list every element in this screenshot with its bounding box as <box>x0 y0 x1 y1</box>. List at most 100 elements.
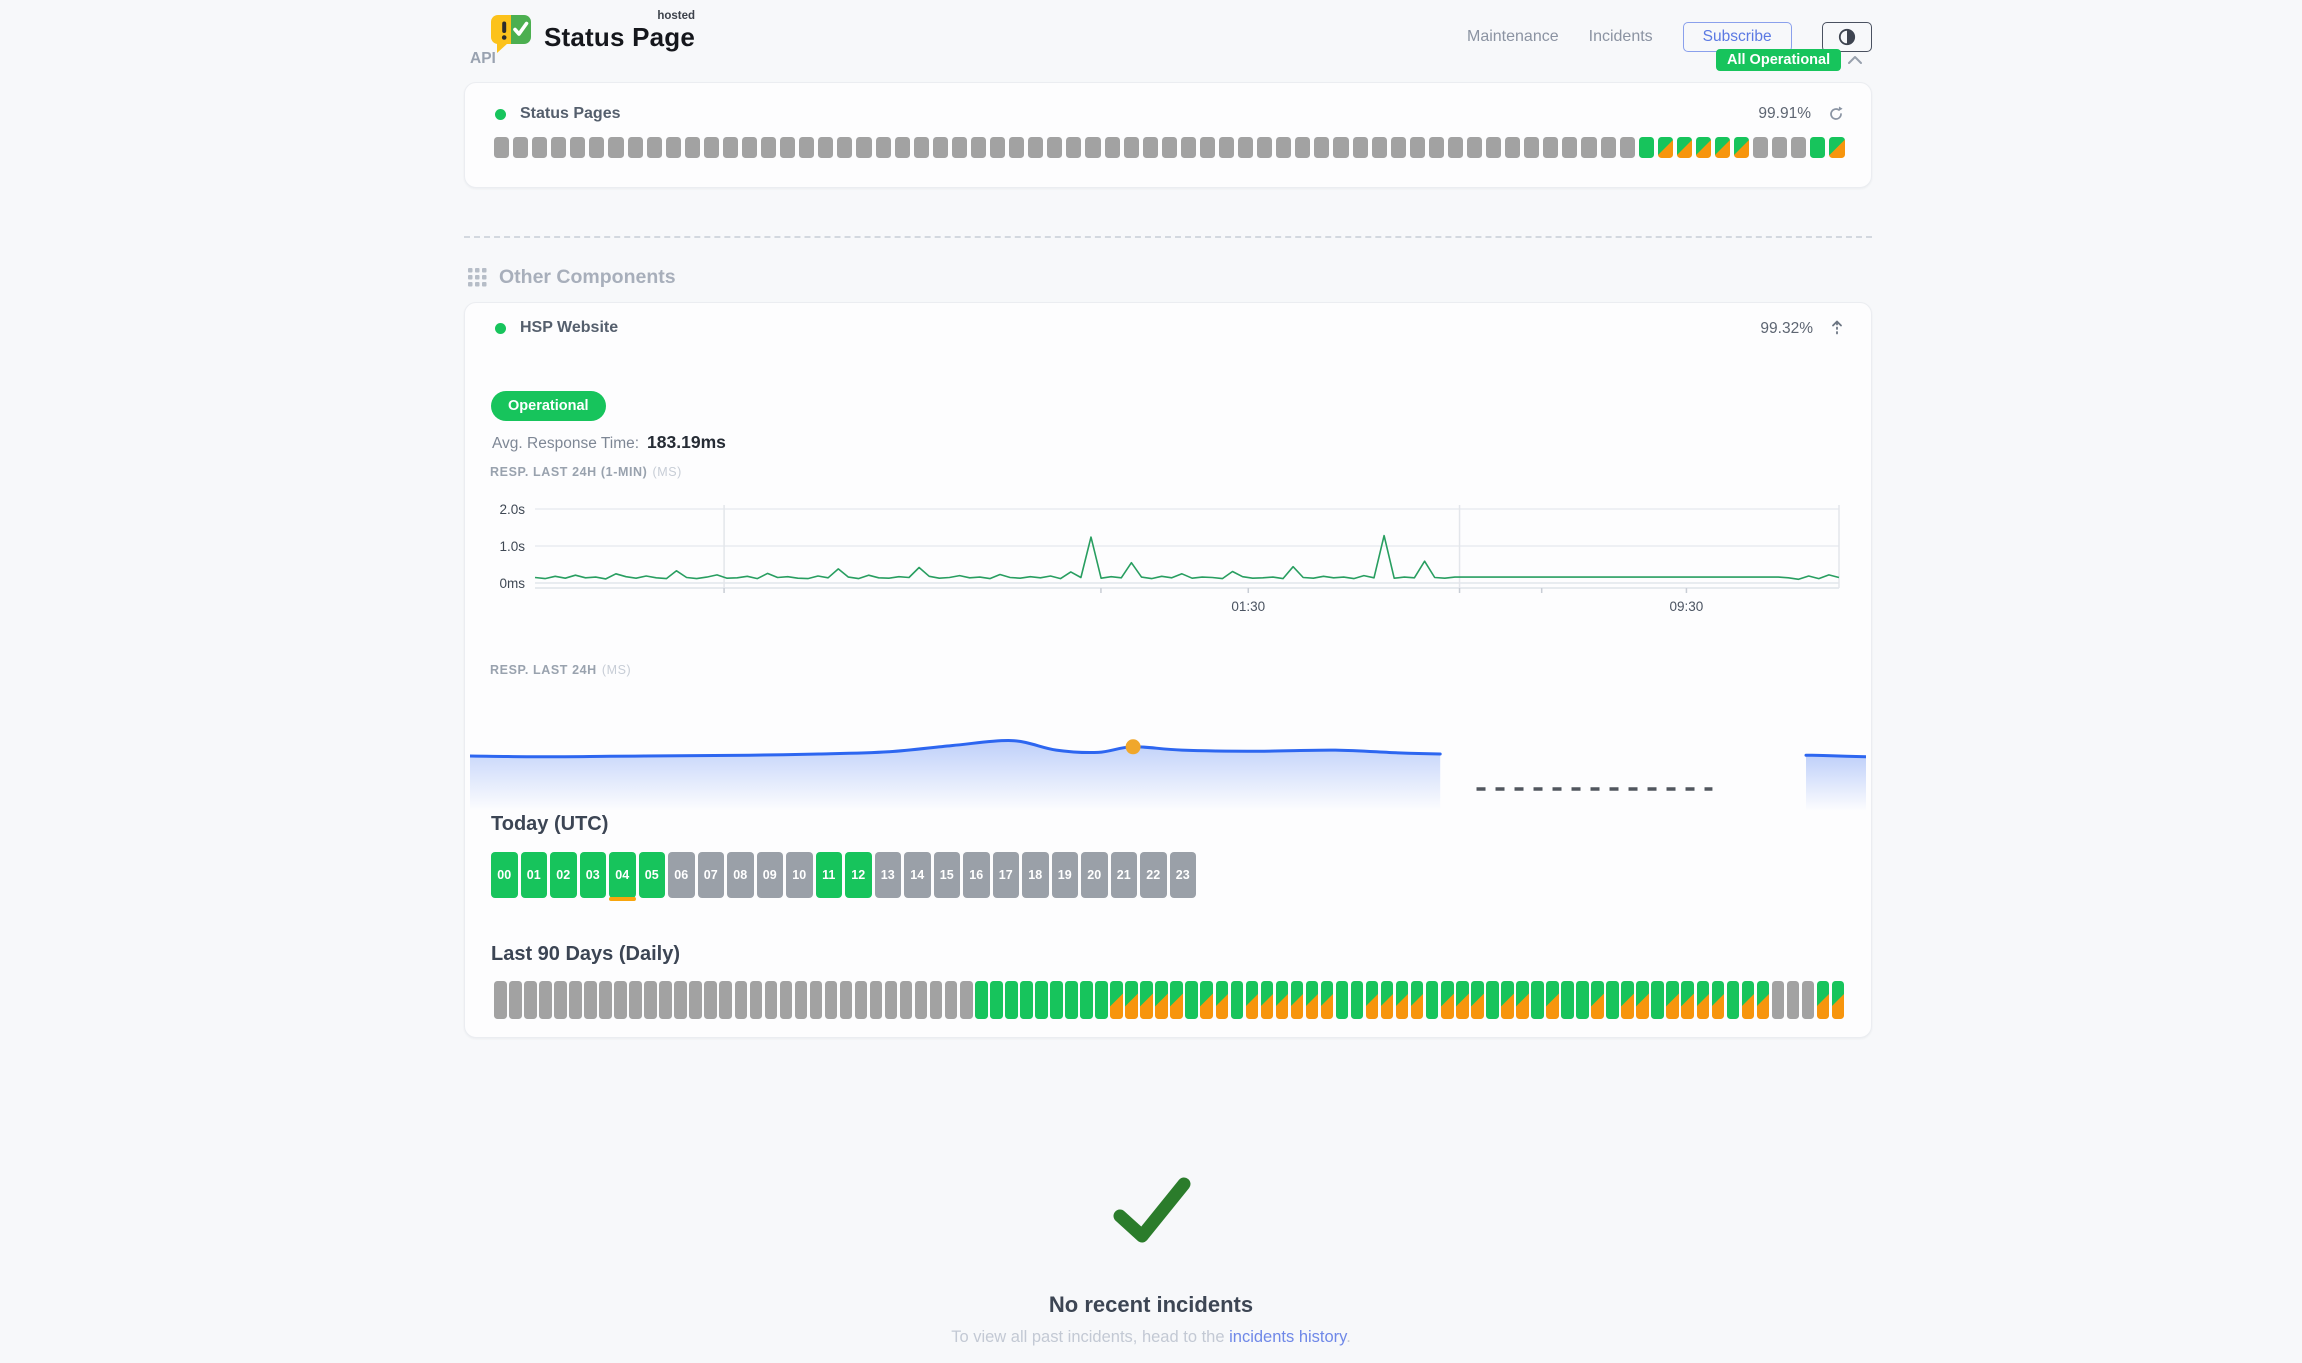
uptime-bar[interactable] <box>1200 137 1215 158</box>
uptime-bar[interactable] <box>1524 137 1539 158</box>
uptime-bar[interactable] <box>1681 981 1694 1019</box>
uptime-bar[interactable] <box>1066 137 1081 158</box>
response-time-daily-chart[interactable] <box>470 699 1866 817</box>
uptime-bar[interactable] <box>1261 981 1274 1019</box>
hour-block[interactable]: 08 <box>727 852 754 898</box>
uptime-bar[interactable] <box>1727 981 1740 1019</box>
uptime-bar[interactable] <box>895 137 910 158</box>
hour-block[interactable]: 19 <box>1052 852 1079 898</box>
uptime-bar[interactable] <box>1170 981 1183 1019</box>
uptime-bar[interactable] <box>1162 137 1177 158</box>
uptime-bar[interactable] <box>1471 981 1484 1019</box>
uptime-bar[interactable] <box>1639 137 1654 158</box>
uptime-bar[interactable] <box>1231 981 1244 1019</box>
uptime-bar[interactable] <box>945 981 958 1019</box>
uptime-bar[interactable] <box>1366 981 1379 1019</box>
uptime-bar[interactable] <box>719 981 732 1019</box>
nav-maintenance[interactable]: Maintenance <box>1467 28 1559 46</box>
uptime-bar[interactable] <box>885 981 898 1019</box>
uptime-bar[interactable] <box>1246 981 1259 1019</box>
uptime-bar[interactable] <box>1276 137 1291 158</box>
uptime-bar[interactable] <box>1372 137 1387 158</box>
uptime-bar[interactable] <box>825 981 838 1019</box>
uptime-bar[interactable] <box>494 137 509 158</box>
uptime-bar[interactable] <box>990 981 1003 1019</box>
uptime-bar[interactable] <box>1832 981 1845 1019</box>
uptime-bar[interactable] <box>629 981 642 1019</box>
uptime-bar[interactable] <box>971 137 986 158</box>
hour-block[interactable]: 22 <box>1140 852 1167 898</box>
uptime-bar[interactable] <box>856 137 871 158</box>
hour-block[interactable]: 16 <box>963 852 990 898</box>
uptime-bar[interactable] <box>975 981 988 1019</box>
hour-block[interactable]: 05 <box>639 852 666 898</box>
uptime-bar[interactable] <box>1321 981 1334 1019</box>
hour-block[interactable]: 04 <box>609 852 636 898</box>
uptime-bar[interactable] <box>780 981 793 1019</box>
uptime-bar[interactable] <box>1546 981 1559 1019</box>
hour-block[interactable]: 10 <box>786 852 813 898</box>
uptime-bar[interactable] <box>1829 137 1844 158</box>
hour-block[interactable]: 23 <box>1170 852 1197 898</box>
uptime-bar[interactable] <box>1501 981 1514 1019</box>
hour-block[interactable]: 07 <box>698 852 725 898</box>
uptime-bar[interactable] <box>1047 137 1062 158</box>
uptime-bar[interactable] <box>1276 981 1289 1019</box>
uptime-bar[interactable] <box>765 981 778 1019</box>
uptime-bar[interactable] <box>1216 981 1229 1019</box>
uptime-bar[interactable] <box>689 981 702 1019</box>
uptime-bar[interactable] <box>1772 137 1787 158</box>
uptime-bar[interactable] <box>539 981 552 1019</box>
uptime-bar[interactable] <box>1306 981 1319 1019</box>
uptime-bar[interactable] <box>900 981 913 1019</box>
uptime-bar[interactable] <box>1601 137 1616 158</box>
uptime-bar[interactable] <box>1677 137 1692 158</box>
uptime-bar[interactable] <box>855 981 868 1019</box>
hour-block[interactable]: 02 <box>550 852 577 898</box>
uptime-bar[interactable] <box>1810 137 1825 158</box>
uptime-bar[interactable] <box>1666 981 1679 1019</box>
uptime-bar[interactable] <box>1020 981 1033 1019</box>
all-operational-badge[interactable]: All Operational <box>1716 49 1841 71</box>
uptime-bar[interactable] <box>1314 137 1329 158</box>
uptime-bar[interactable] <box>1697 981 1710 1019</box>
uptime-bar[interactable] <box>704 137 719 158</box>
uptime-bar[interactable] <box>1085 137 1100 158</box>
uptime-bar[interactable] <box>795 981 808 1019</box>
uptime-bar[interactable] <box>1050 981 1063 1019</box>
uptime-bar[interactable] <box>608 137 623 158</box>
hour-block[interactable]: 18 <box>1022 852 1049 898</box>
uptime-bar[interactable] <box>1295 137 1310 158</box>
uptime-bar[interactable] <box>1696 137 1711 158</box>
uptime-bar[interactable] <box>1621 981 1634 1019</box>
uptime-bar[interactable] <box>1333 137 1348 158</box>
uptime-bar[interactable] <box>915 981 928 1019</box>
uptime-bar[interactable] <box>1429 137 1444 158</box>
theme-toggle-button[interactable] <box>1822 22 1872 52</box>
uptime-bar[interactable] <box>1381 981 1394 1019</box>
uptime-bar[interactable] <box>1336 981 1349 1019</box>
uptime-bar[interactable] <box>1742 981 1755 1019</box>
uptime-bar[interactable] <box>1787 981 1800 1019</box>
uptime-bar[interactable] <box>666 137 681 158</box>
refresh-icon[interactable] <box>1827 105 1845 123</box>
uptime-bar[interactable] <box>1561 981 1574 1019</box>
uptime-bar[interactable] <box>1772 981 1785 1019</box>
uptime-bar[interactable] <box>818 137 833 158</box>
uptime-bar[interactable] <box>1802 981 1815 1019</box>
uptime-bar[interactable] <box>990 137 1005 158</box>
uptime-bar[interactable] <box>1486 981 1499 1019</box>
uptime-bar[interactable] <box>1105 137 1120 158</box>
response-time-1min-chart[interactable]: 0ms1.0s2.0s01:3009:30 <box>479 495 1847 619</box>
uptime-bar[interactable] <box>1110 981 1123 1019</box>
uptime-bar[interactable] <box>628 137 643 158</box>
uptime-bar[interactable] <box>876 137 891 158</box>
uptime-bar[interactable] <box>1757 981 1770 1019</box>
uptime-bar[interactable] <box>1411 981 1424 1019</box>
hour-block[interactable]: 11 <box>816 852 843 898</box>
uptime-bar[interactable] <box>1353 137 1368 158</box>
uptime-bar[interactable] <box>647 137 662 158</box>
uptime-bar[interactable] <box>1181 137 1196 158</box>
uptime-bar[interactable] <box>1734 137 1749 158</box>
uptime-bar[interactable] <box>799 137 814 158</box>
